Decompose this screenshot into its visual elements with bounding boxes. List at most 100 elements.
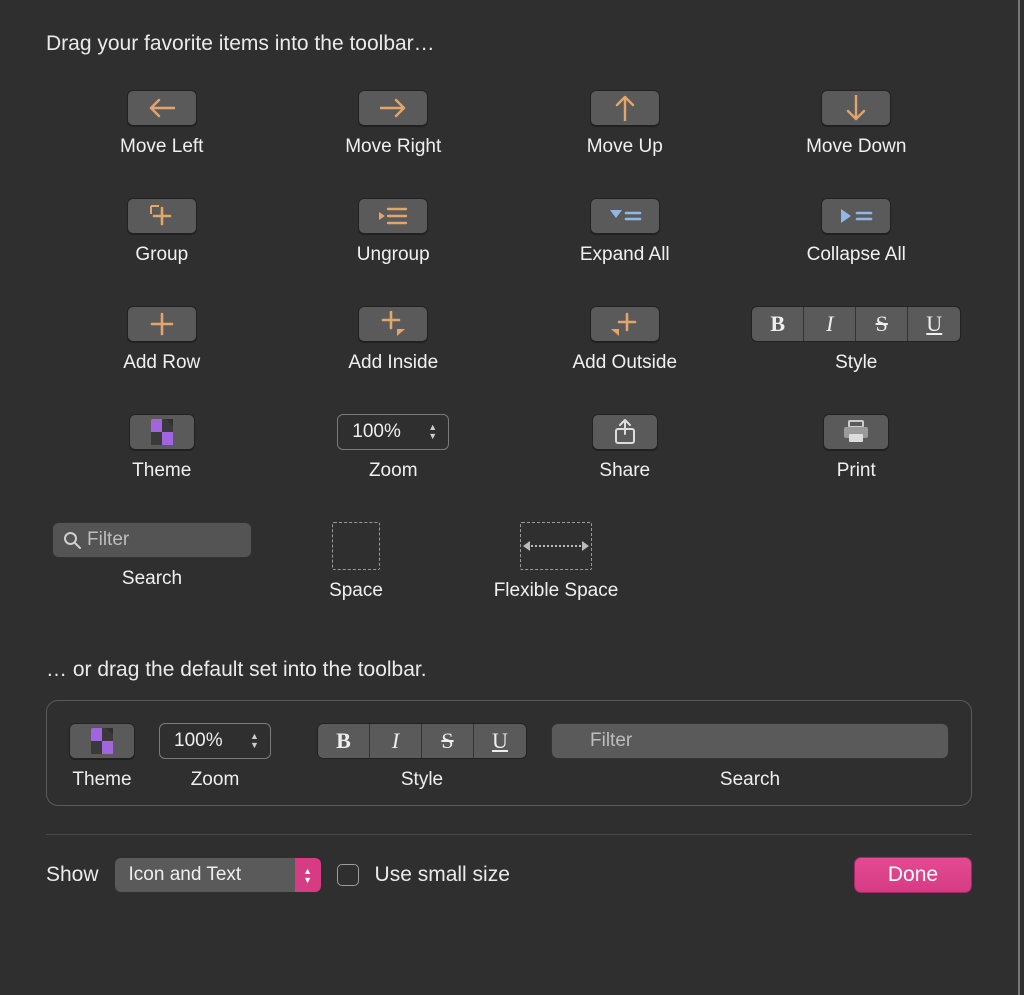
underline-segment[interactable]: U (474, 724, 526, 758)
space-icon (332, 522, 380, 570)
item-label: Ungroup (357, 244, 430, 266)
item-ungroup[interactable]: Ungroup (357, 198, 430, 266)
zoom-stepper[interactable]: 100% ▲▼ (159, 723, 271, 759)
move-right-icon (358, 90, 428, 126)
item-move-left[interactable]: Move Left (120, 90, 203, 158)
item-label: Move Down (806, 136, 906, 158)
share-icon (592, 414, 658, 450)
move-left-icon (127, 90, 197, 126)
use-small-size-label: Use small size (375, 863, 510, 887)
add-row-icon (127, 306, 197, 342)
search-placeholder: Filter (87, 529, 129, 551)
item-collapse-all[interactable]: Collapse All (807, 198, 906, 266)
item-label: Move Up (587, 136, 663, 158)
item-move-up[interactable]: Move Up (587, 90, 663, 158)
item-label: Move Right (345, 136, 441, 158)
toolbar-items-grid: Move Left Move Right Move Up Move Down (46, 90, 972, 482)
strike-segment[interactable]: S (856, 307, 908, 341)
item-flexible-space[interactable]: Flexible Space (446, 522, 666, 602)
default-label: Search (720, 769, 780, 791)
default-style[interactable]: B I S U Style (317, 723, 527, 791)
item-search[interactable]: Filter Search (42, 522, 262, 602)
move-up-icon (590, 90, 660, 126)
zoom-value: 100% (174, 730, 223, 752)
default-search[interactable]: Filter Search (551, 723, 949, 791)
item-label: Move Left (120, 136, 203, 158)
item-label: Space (329, 580, 383, 602)
show-label: Show (46, 863, 99, 887)
item-space[interactable]: Space (266, 522, 446, 602)
add-inside-icon (358, 306, 428, 342)
bold-segment[interactable]: B (318, 724, 370, 758)
default-theme[interactable]: Theme (69, 723, 135, 791)
flexible-space-icon (520, 522, 592, 570)
zoom-value: 100% (352, 421, 401, 443)
item-label: Add Row (123, 352, 200, 374)
item-style[interactable]: B I S U Style (751, 306, 961, 374)
add-outside-icon (590, 306, 660, 342)
item-label: Flexible Space (494, 580, 619, 602)
item-theme[interactable]: Theme (129, 414, 195, 482)
expand-all-icon (590, 198, 660, 234)
stepper-arrows-icon: ▲▼ (428, 419, 442, 445)
done-button-label: Done (888, 863, 938, 887)
italic-segment[interactable]: I (804, 307, 856, 341)
popup-arrows-icon: ▲▼ (295, 858, 321, 892)
default-zoom[interactable]: 100% ▲▼ Zoom (159, 723, 271, 791)
show-mode-popup[interactable]: Icon and Text ▲▼ (115, 858, 321, 892)
stepper-arrows-icon: ▲▼ (250, 728, 264, 754)
zoom-stepper[interactable]: 100% ▲▼ (337, 414, 449, 450)
done-button[interactable]: Done (854, 857, 972, 893)
item-label: Style (835, 352, 877, 374)
default-label: Style (401, 769, 443, 791)
move-down-icon (821, 90, 891, 126)
customize-toolbar-sheet: Drag your favorite items into the toolba… (0, 0, 1020, 995)
item-add-outside[interactable]: Add Outside (572, 306, 677, 374)
default-toolbar-set[interactable]: Theme 100% ▲▼ Zoom B I S U Style Filter … (46, 700, 972, 806)
item-move-right[interactable]: Move Right (345, 90, 441, 158)
search-icon (63, 531, 81, 549)
style-segmented[interactable]: B I S U (317, 723, 527, 759)
show-mode-value: Icon and Text (129, 864, 242, 886)
item-add-row[interactable]: Add Row (123, 306, 200, 374)
search-field[interactable]: Filter (52, 522, 252, 558)
group-icon (127, 198, 197, 234)
collapse-all-icon (821, 198, 891, 234)
item-share[interactable]: Share (592, 414, 658, 482)
italic-segment[interactable]: I (370, 724, 422, 758)
item-label: Add Inside (348, 352, 438, 374)
default-label: Theme (72, 769, 131, 791)
ungroup-icon (358, 198, 428, 234)
instruction-drag-items: Drag your favorite items into the toolba… (46, 32, 972, 56)
item-label: Zoom (369, 460, 418, 482)
footer-bar: Show Icon and Text ▲▼ Use small size Don… (46, 857, 972, 893)
toolbar-items-grid-row5: Filter Search Space Flexible Space (46, 522, 972, 602)
item-label: Expand All (580, 244, 670, 266)
item-zoom[interactable]: 100% ▲▼ Zoom (337, 414, 449, 482)
instruction-drag-default: … or drag the default set into the toolb… (46, 658, 972, 682)
item-label: Search (122, 568, 182, 590)
print-icon (823, 414, 889, 450)
style-segmented[interactable]: B I S U (751, 306, 961, 342)
search-field[interactable]: Filter (551, 723, 949, 759)
bold-segment[interactable]: B (752, 307, 804, 341)
item-label: Share (599, 460, 650, 482)
divider (46, 834, 972, 835)
underline-segment[interactable]: U (908, 307, 960, 341)
theme-icon (69, 723, 135, 759)
item-print[interactable]: Print (823, 414, 889, 482)
use-small-size-checkbox[interactable] (337, 864, 359, 886)
item-add-inside[interactable]: Add Inside (348, 306, 438, 374)
item-move-down[interactable]: Move Down (806, 90, 906, 158)
strike-segment[interactable]: S (422, 724, 474, 758)
default-label: Zoom (191, 769, 240, 791)
item-label: Collapse All (807, 244, 906, 266)
item-expand-all[interactable]: Expand All (580, 198, 670, 266)
item-label: Group (135, 244, 188, 266)
item-label: Theme (132, 460, 191, 482)
item-label: Print (837, 460, 876, 482)
item-group[interactable]: Group (127, 198, 197, 266)
theme-icon (129, 414, 195, 450)
item-label: Add Outside (572, 352, 677, 374)
search-placeholder: Filter (590, 730, 632, 752)
